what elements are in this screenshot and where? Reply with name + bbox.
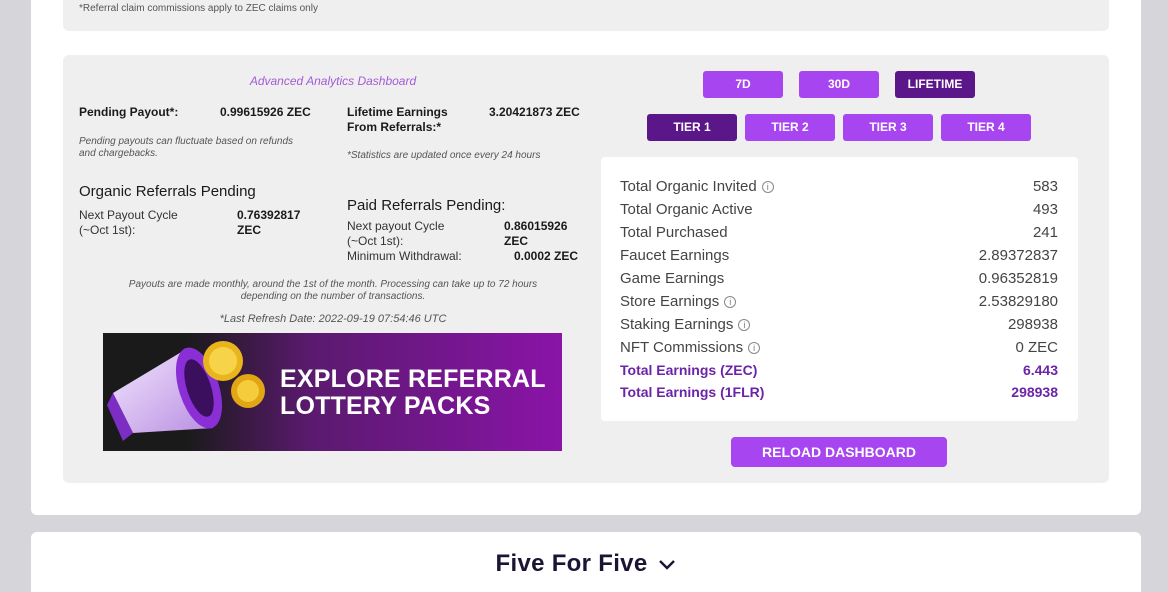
stat-row-faucet: Faucet Earnings 2.89372837 xyxy=(620,247,1058,267)
stat-value: 2.89372837 xyxy=(978,247,1058,264)
banner-line-1: EXPLORE REFERRAL xyxy=(280,365,546,393)
stat-value: 2.53829180 xyxy=(978,293,1058,310)
info-circle-icon[interactable]: i xyxy=(748,342,761,354)
info-circle-icon[interactable]: i xyxy=(761,181,774,193)
min-withdrawal-value: 0.0002 ZEC xyxy=(514,249,579,263)
organic-cycle-label-1: Next Payout Cycle xyxy=(79,208,178,222)
stat-row-purchased: Total Purchased 241 xyxy=(620,224,1058,244)
stats-note: *Statistics are updated once every 24 ho… xyxy=(347,150,541,161)
organic-cycle-value-2: ZEC xyxy=(237,223,261,237)
stat-label: Total Organic Invited xyxy=(620,178,757,195)
stat-value: 241 xyxy=(1032,224,1058,241)
stat-row-organic-active: Total Organic Active 493 xyxy=(620,201,1058,221)
stat-label: Total Earnings (ZEC) xyxy=(620,362,758,378)
stat-label: Store Earnings xyxy=(620,293,720,310)
stat-value: 493 xyxy=(1032,201,1058,218)
stat-value: 6.443 xyxy=(1022,362,1058,378)
notice-text: *Referral claim commissions apply to ZEC… xyxy=(79,3,318,14)
stat-label: Faucet Earnings xyxy=(620,247,730,264)
last-refresh: *Last Refresh Date: 2022-09-19 07:54:46 … xyxy=(219,313,447,325)
stat-label: Total Purchased xyxy=(620,224,728,241)
period-30d-button[interactable]: 30D xyxy=(799,71,879,98)
five-for-five-card[interactable]: Five For Five xyxy=(31,532,1141,592)
stat-label: Staking Earnings xyxy=(620,316,734,333)
paid-heading: Paid Referrals Pending: xyxy=(347,197,506,214)
min-withdrawal-label: Minimum Withdrawal: xyxy=(347,249,462,263)
organic-cycle-value-1: 0.76392817 xyxy=(237,208,301,222)
stat-value: 583 xyxy=(1032,178,1058,195)
stat-value: 298938 xyxy=(1011,384,1058,400)
stats-table: Total Organic Invited i 583 Total Organic… xyxy=(601,157,1078,421)
analytics-panel: Advanced Analytics Dashboard Pending Pay… xyxy=(63,55,1109,483)
payout-note-1: Payouts are made monthly, around the 1st… xyxy=(128,279,538,290)
paid-cycle-value-2: ZEC xyxy=(504,234,528,248)
stat-label: Total Organic Active xyxy=(620,201,753,218)
paid-cycle-label-2: (~Oct 1st): xyxy=(347,234,404,248)
stat-row-staking: Staking Earnings i 298938 xyxy=(620,316,1058,336)
lottery-banner[interactable]: EXPLORE REFERRAL LOTTERY PACKS xyxy=(103,333,562,451)
stat-value: 0 ZEC xyxy=(1015,339,1058,356)
organic-cycle-label-2: (~Oct 1st): xyxy=(79,223,136,237)
stat-label: NFT Commissions xyxy=(620,339,744,356)
payout-note-2: depending on the number of transactions. xyxy=(240,291,426,302)
lifetime-label-1: Lifetime Earnings xyxy=(347,105,448,119)
stat-row-nft: NFT Commissions i 0 ZEC xyxy=(620,339,1058,359)
paid-cycle-label-1: Next payout Cycle xyxy=(347,219,445,233)
info-circle-icon[interactable]: i xyxy=(724,296,737,308)
tier-2-button[interactable]: TIER 2 xyxy=(745,114,835,141)
pending-payout-label: Pending Payout*: xyxy=(79,105,179,119)
stat-row-store: Store Earnings i 2.53829180 xyxy=(620,293,1058,313)
lifetime-label-2: From Referrals:* xyxy=(347,120,442,134)
banner-text: EXPLORE REFERRAL LOTTERY PACKS xyxy=(280,366,546,420)
section-title: Five For Five xyxy=(495,550,648,577)
dashboard-title: Advanced Analytics Dashboard xyxy=(249,74,417,88)
tier-3-button[interactable]: TIER 3 xyxy=(843,114,933,141)
period-7d-button[interactable]: 7D xyxy=(703,71,783,98)
stat-value: 0.96352819 xyxy=(978,270,1058,287)
stat-row-game: Game Earnings 0.96352819 xyxy=(620,270,1058,290)
stat-row-organic-invited: Total Organic Invited i 583 xyxy=(620,178,1058,198)
banner-line-2: LOTTERY PACKS xyxy=(280,392,491,420)
lifetime-value: 3.20421873 ZEC xyxy=(489,105,580,119)
info-circle-icon[interactable]: i xyxy=(738,319,751,331)
reload-dashboard-button[interactable]: RELOAD DASHBOARD xyxy=(731,437,947,467)
pending-note: Pending payouts can fluctuate based on r… xyxy=(79,136,294,159)
tier-4-button[interactable]: TIER 4 xyxy=(941,114,1031,141)
stat-label: Game Earnings xyxy=(620,270,725,287)
tier-1-button[interactable]: TIER 1 xyxy=(647,114,737,141)
stat-row-total-zec: Total Earnings (ZEC) 6.443 xyxy=(620,362,1058,382)
stat-value: 298938 xyxy=(1007,316,1058,333)
section-heading[interactable]: Five For Five xyxy=(31,550,1141,578)
stat-label: Total Earnings (1FLR) xyxy=(620,384,765,400)
megaphone-icon xyxy=(107,341,265,441)
stat-row-total-1flr: Total Earnings (1FLR) 298938 xyxy=(620,384,1058,404)
organic-heading: Organic Referrals Pending xyxy=(79,183,256,200)
period-lifetime-button[interactable]: LIFETIME xyxy=(895,71,975,98)
paid-cycle-value-1: 0.86015926 xyxy=(504,219,568,233)
chevron-down-icon xyxy=(659,559,676,570)
pending-payout-value: 0.99615926 ZEC xyxy=(220,105,311,119)
notice-box: *Referral claim commissions apply to ZEC… xyxy=(63,0,1109,31)
